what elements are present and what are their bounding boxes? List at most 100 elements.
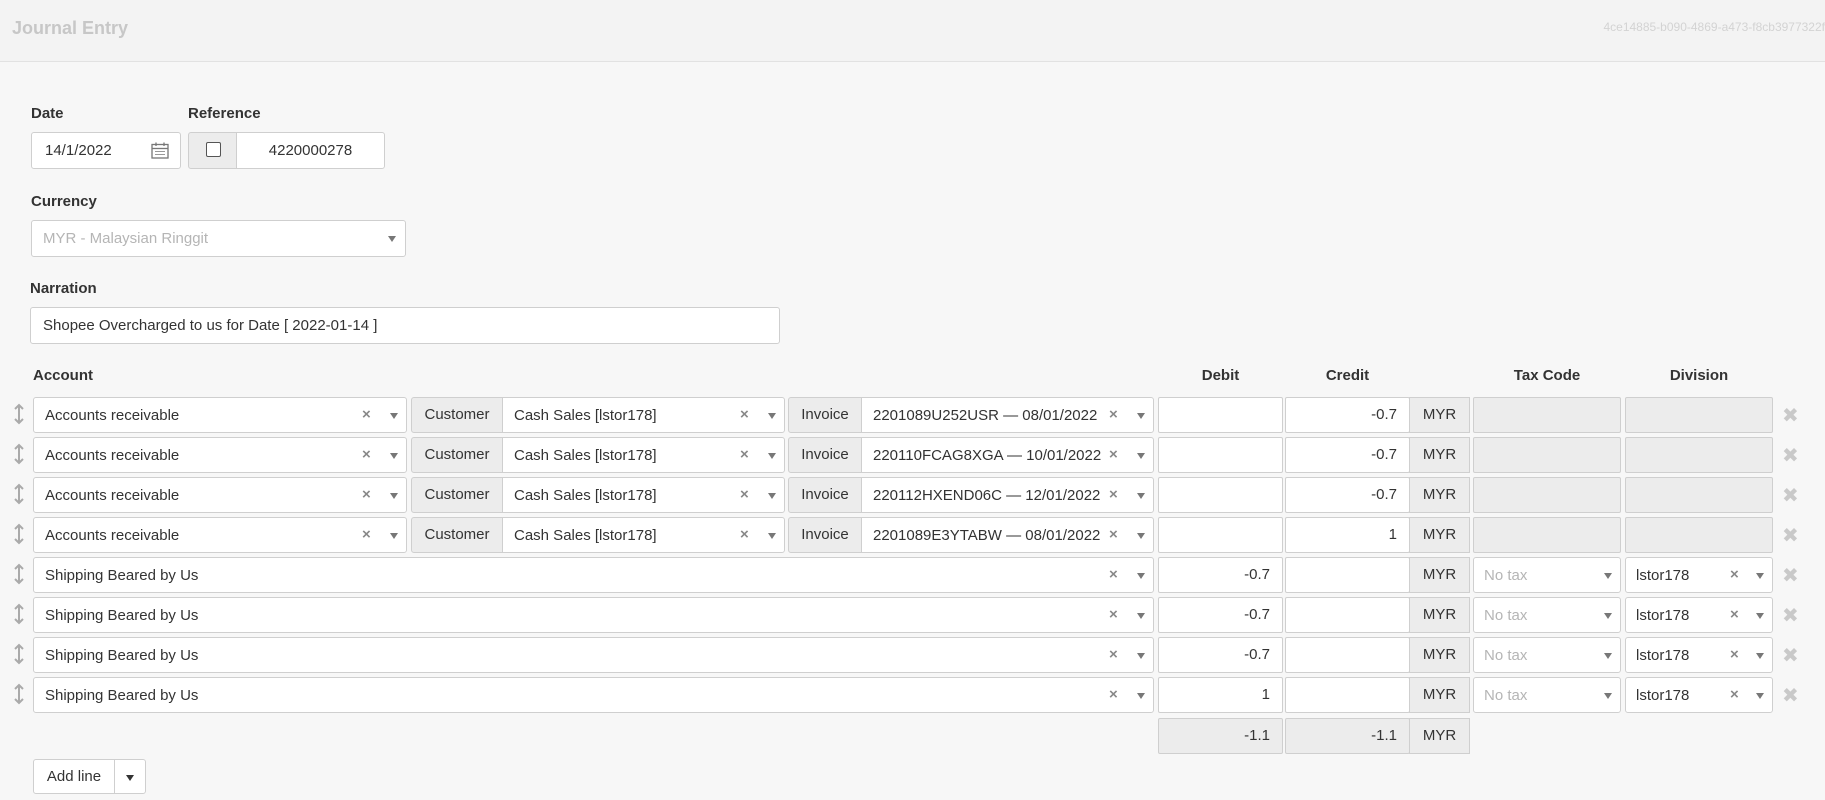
date-input[interactable]: 14/1/2022: [31, 132, 181, 169]
invoice-select[interactable]: 2201089E3YTABW — 08/01/2022 ×: [861, 517, 1154, 553]
delete-line-icon[interactable]: ✖: [1782, 403, 1799, 428]
clear-icon[interactable]: ×: [1730, 606, 1739, 623]
debit-input[interactable]: -0.7: [1158, 637, 1283, 673]
debit-input[interactable]: [1158, 397, 1283, 433]
customer-select[interactable]: Cash Sales [lstor178] ×: [502, 437, 785, 473]
division-select[interactable]: lstor178 ×: [1625, 557, 1773, 593]
add-line-dropdown-button[interactable]: [114, 759, 146, 794]
calendar-icon[interactable]: [151, 142, 169, 159]
clear-icon[interactable]: ×: [1730, 646, 1739, 663]
delete-line-icon[interactable]: ✖: [1782, 443, 1799, 468]
narration-value: Shopee Overcharged to us for Date [ 2022…: [43, 317, 378, 334]
clear-icon[interactable]: ×: [362, 526, 371, 543]
credit-input[interactable]: [1285, 557, 1410, 593]
currency-select[interactable]: MYR - Malaysian Ringgit: [31, 220, 406, 257]
division-select[interactable]: lstor178 ×: [1625, 597, 1773, 633]
debit-input[interactable]: [1158, 437, 1283, 473]
credit-input[interactable]: [1285, 597, 1410, 633]
division-select[interactable]: lstor178 ×: [1625, 677, 1773, 713]
currency-label: Currency: [31, 193, 97, 210]
account-select[interactable]: Shipping Beared by Us ×: [33, 597, 1154, 633]
clear-icon[interactable]: ×: [1109, 486, 1118, 503]
drag-handle-icon[interactable]: [13, 643, 25, 668]
clear-icon[interactable]: ×: [740, 406, 749, 423]
add-line-button[interactable]: Add line: [33, 759, 115, 794]
delete-line-icon[interactable]: ✖: [1782, 523, 1799, 548]
debit-input[interactable]: -0.7: [1158, 597, 1283, 633]
invoice-select[interactable]: 2201089U252USR — 08/01/2022 ×: [861, 397, 1154, 433]
line-currency: MYR: [1409, 677, 1470, 713]
clear-icon[interactable]: ×: [740, 486, 749, 503]
delete-line-icon[interactable]: ✖: [1782, 483, 1799, 508]
credit-input[interactable]: -0.7: [1285, 437, 1410, 473]
chevron-down-icon: [388, 236, 396, 242]
drag-handle-icon[interactable]: [13, 603, 25, 628]
reference-checkbox[interactable]: [206, 142, 221, 157]
account-select[interactable]: Accounts receivable ×: [33, 397, 407, 433]
line-currency: MYR: [1409, 477, 1470, 513]
debit-input[interactable]: -0.7: [1158, 557, 1283, 593]
header-tax-code: Tax Code: [1513, 367, 1581, 384]
drag-handle-icon[interactable]: [13, 443, 25, 468]
invoice-value: 220112HXEND06C — 12/01/2022: [873, 487, 1101, 504]
clear-icon[interactable]: ×: [1109, 646, 1118, 663]
line-currency: MYR: [1409, 517, 1470, 553]
clear-icon[interactable]: ×: [1109, 566, 1118, 583]
invoice-select[interactable]: 220110FCAG8XGA — 10/01/2022 ×: [861, 437, 1154, 473]
clear-icon[interactable]: ×: [1109, 686, 1118, 703]
drag-handle-icon[interactable]: [13, 683, 25, 708]
credit-input[interactable]: [1285, 677, 1410, 713]
delete-line-icon[interactable]: ✖: [1782, 563, 1799, 588]
invoice-label: Invoice: [788, 517, 862, 553]
drag-handle-icon[interactable]: [13, 563, 25, 588]
debit-input[interactable]: [1158, 477, 1283, 513]
clear-icon[interactable]: ×: [740, 446, 749, 463]
debit-input[interactable]: 1: [1158, 677, 1283, 713]
delete-line-icon[interactable]: ✖: [1782, 643, 1799, 668]
account-select[interactable]: Accounts receivable ×: [33, 517, 407, 553]
drag-handle-icon[interactable]: [13, 523, 25, 548]
tax-code-select[interactable]: No tax: [1473, 637, 1621, 673]
clear-icon[interactable]: ×: [1730, 686, 1739, 703]
clear-icon[interactable]: ×: [362, 486, 371, 503]
clear-icon[interactable]: ×: [740, 526, 749, 543]
debit-input[interactable]: [1158, 517, 1283, 553]
invoice-select[interactable]: 220112HXEND06C — 12/01/2022 ×: [861, 477, 1154, 513]
account-select[interactable]: Accounts receivable ×: [33, 477, 407, 513]
tax-code-disabled: [1473, 517, 1621, 553]
credit-input[interactable]: 1: [1285, 517, 1410, 553]
clear-icon[interactable]: ×: [1109, 446, 1118, 463]
drag-handle-icon[interactable]: [13, 483, 25, 508]
delete-line-icon[interactable]: ✖: [1782, 603, 1799, 628]
account-select[interactable]: Shipping Beared by Us ×: [33, 677, 1154, 713]
clear-icon[interactable]: ×: [1730, 566, 1739, 583]
tax-code-select[interactable]: No tax: [1473, 557, 1621, 593]
drag-handle-icon[interactable]: [13, 403, 25, 428]
narration-input[interactable]: Shopee Overcharged to us for Date [ 2022…: [30, 307, 780, 344]
chevron-down-icon: [1756, 573, 1764, 579]
tax-code-select[interactable]: No tax: [1473, 597, 1621, 633]
credit-input[interactable]: [1285, 637, 1410, 673]
customer-select[interactable]: Cash Sales [lstor178] ×: [502, 477, 785, 513]
credit-input[interactable]: -0.7: [1285, 397, 1410, 433]
total-debit: -1.1: [1158, 718, 1283, 754]
invoice-label: Invoice: [788, 477, 862, 513]
division-select[interactable]: lstor178 ×: [1625, 637, 1773, 673]
customer-select[interactable]: Cash Sales [lstor178] ×: [502, 397, 785, 433]
account-select[interactable]: Accounts receivable ×: [33, 437, 407, 473]
account-select[interactable]: Shipping Beared by Us ×: [33, 557, 1154, 593]
account-select[interactable]: Shipping Beared by Us ×: [33, 637, 1154, 673]
reference-input[interactable]: 4220000278: [236, 132, 385, 169]
clear-icon[interactable]: ×: [362, 446, 371, 463]
credit-input[interactable]: -0.7: [1285, 477, 1410, 513]
tax-code-select[interactable]: No tax: [1473, 677, 1621, 713]
customer-select[interactable]: Cash Sales [lstor178] ×: [502, 517, 785, 553]
chevron-down-icon: [1137, 493, 1145, 499]
delete-line-icon[interactable]: ✖: [1782, 683, 1799, 708]
account-value: Accounts receivable: [45, 487, 180, 504]
clear-icon[interactable]: ×: [1109, 526, 1118, 543]
clear-icon[interactable]: ×: [1109, 606, 1118, 623]
line-currency: MYR: [1409, 597, 1470, 633]
clear-icon[interactable]: ×: [1109, 406, 1118, 423]
clear-icon[interactable]: ×: [362, 406, 371, 423]
